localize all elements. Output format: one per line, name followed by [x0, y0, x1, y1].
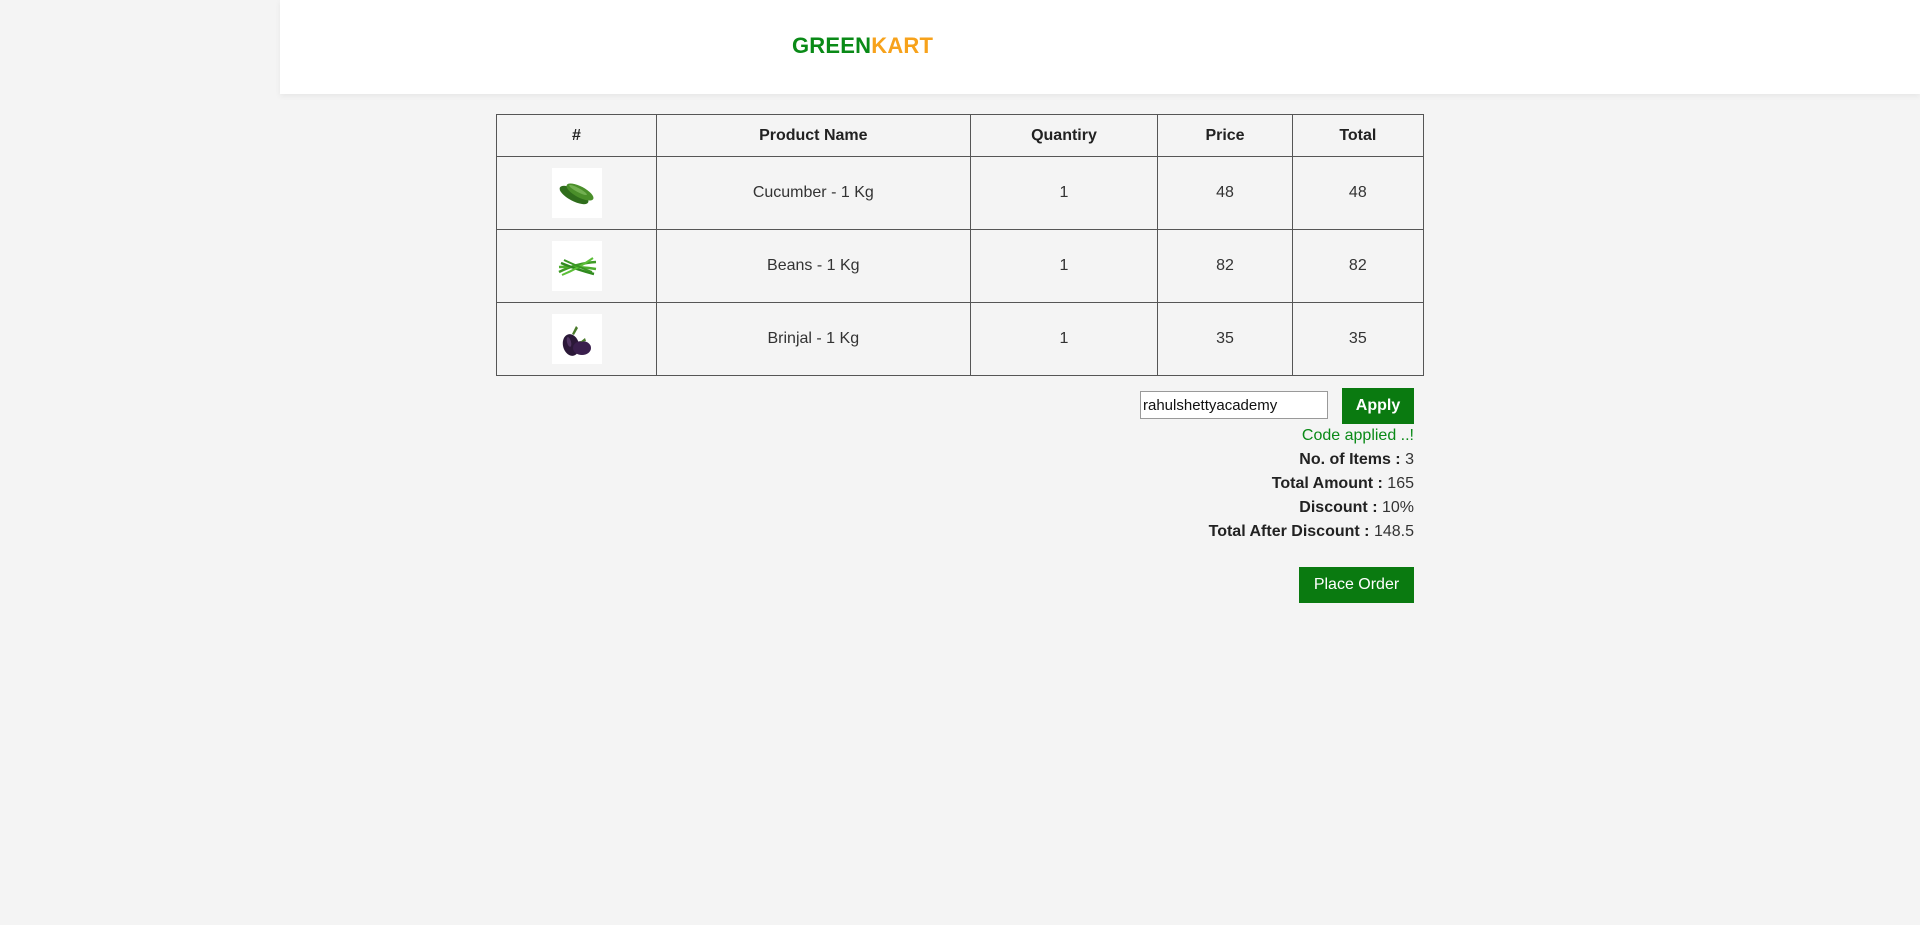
order-summary: Code applied ..! No. of Items : 3 Total …	[1000, 424, 1414, 544]
quantity-cell: 1	[969, 229, 1159, 303]
total-after-discount-line: Total After Discount : 148.5	[1000, 520, 1414, 544]
total-after-discount-label: Total After Discount :	[1208, 523, 1370, 540]
price-cell: 35	[1157, 302, 1293, 376]
total-after-discount-value: 148.5	[1373, 523, 1414, 540]
total-amount-value: 165	[1387, 475, 1414, 492]
apply-promo-button[interactable]: Apply	[1342, 388, 1414, 424]
place-order-button[interactable]: Place Order	[1299, 567, 1414, 603]
items-count-value: 3	[1405, 451, 1414, 468]
total-amount-line: Total Amount : 165	[1000, 472, 1414, 496]
beans-icon	[551, 241, 602, 291]
header-index: #	[496, 114, 657, 157]
product-name-cell: Beans - 1 Kg	[656, 229, 971, 303]
table-row: Cucumber - 1 Kg 1 48 48	[496, 156, 1425, 230]
promo-status-message: Code applied ..!	[1301, 427, 1414, 444]
price-cell: 48	[1157, 156, 1293, 230]
quantity-cell: 1	[969, 156, 1159, 230]
total-cell: 48	[1291, 156, 1425, 230]
header-total: Total	[1291, 114, 1425, 157]
total-cell: 82	[1291, 229, 1425, 303]
table-header-row: # Product Name Quantiry Price Total	[496, 114, 1425, 157]
cart-table: # Product Name Quantiry Price Total Cucu…	[496, 114, 1425, 376]
table-row: Brinjal - 1 Kg 1 35 35	[496, 302, 1425, 376]
items-count-label: No. of Items :	[1299, 451, 1401, 468]
price-cell: 82	[1157, 229, 1293, 303]
header-bar: GREENKART	[280, 0, 1920, 94]
discount-value: 10%	[1381, 499, 1414, 516]
total-cell: 35	[1291, 302, 1425, 376]
items-count-line: No. of Items : 3	[1000, 448, 1414, 472]
header-product-name: Product Name	[656, 114, 971, 157]
quantity-cell: 1	[969, 302, 1159, 376]
product-image-cell	[496, 156, 657, 230]
product-image-cell	[496, 302, 657, 376]
header-quantity: Quantiry	[969, 114, 1159, 157]
greenkart-logo[interactable]: GREENKART	[792, 33, 933, 59]
product-name-cell: Brinjal - 1 Kg	[656, 302, 971, 376]
cucumber-icon	[551, 168, 602, 218]
header-price: Price	[1157, 114, 1293, 157]
logo-green-text: GREEN	[792, 33, 872, 58]
promo-code-input[interactable]	[1140, 391, 1328, 419]
total-amount-label: Total Amount :	[1271, 475, 1383, 492]
logo-kart-text: KART	[871, 33, 934, 58]
table-row: Beans - 1 Kg 1 82 82	[496, 229, 1425, 303]
discount-line: Discount : 10%	[1000, 496, 1414, 520]
product-image-cell	[496, 229, 657, 303]
brinjal-icon	[551, 314, 602, 364]
discount-label: Discount :	[1299, 499, 1378, 516]
product-name-cell: Cucumber - 1 Kg	[656, 156, 971, 230]
